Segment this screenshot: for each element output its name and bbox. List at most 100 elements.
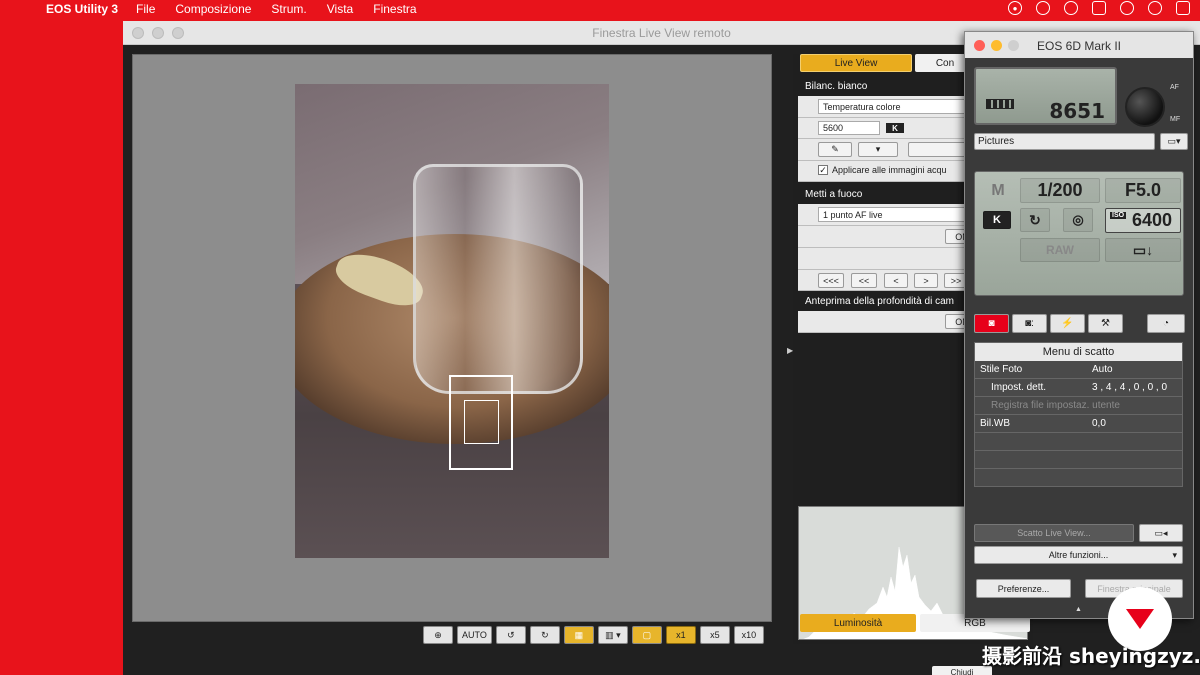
zoom-x10-button[interactable]: x10	[733, 626, 764, 644]
wb-dropdown[interactable]: ▾	[858, 142, 898, 157]
folder-icon[interactable]: ▭▾	[1160, 133, 1188, 150]
crystal-glass	[413, 164, 583, 394]
kelvin-input[interactable]: 5600	[818, 121, 880, 135]
watermark-text: 摄影前沿 sheyingzyz.com	[982, 644, 1200, 668]
wifi-icon[interactable]	[1120, 1, 1134, 15]
menu-strum[interactable]: Strum.	[271, 2, 306, 16]
crosshair-icon[interactable]: ⊕	[423, 626, 453, 644]
dof-heading: Anteprima della profondità di cam	[805, 296, 954, 307]
camera-settings-display: M 1/200 F5.0 K ↻ ◎ ISO 6400 RAW ▭↓	[974, 171, 1184, 296]
app-menu[interactable]: EOS Utility 3	[46, 2, 118, 16]
live-view-shoot-button[interactable]: Scatto Live View...	[974, 524, 1134, 542]
live-view-image[interactable]	[295, 84, 609, 558]
menu-finestra[interactable]: Finestra	[373, 2, 416, 16]
iso-label: ISO	[1110, 212, 1127, 219]
preferences-button[interactable]: Preferenze...	[976, 579, 1071, 598]
top-lcd: 8651	[974, 67, 1117, 125]
expand-icon[interactable]: ▲	[1075, 606, 1082, 613]
image-quality[interactable]: RAW	[1020, 238, 1100, 262]
tab-tools-icon[interactable]: ⚒	[1088, 314, 1123, 333]
tab-shooting-icon[interactable]: ◙	[974, 314, 1009, 333]
wb-kelvin-badge[interactable]: K	[983, 211, 1011, 229]
view-toolbar: ⊕ AUTO ↺ ↻ ▦ ▥ ▾ ▢ x1 x5 x10	[423, 626, 764, 646]
minimize-window-button[interactable]	[991, 40, 1002, 51]
menu-row-empty	[975, 433, 1182, 451]
eyedropper-icon[interactable]: ✎	[818, 142, 852, 157]
picture-style-label: Stile Foto	[980, 364, 1023, 375]
picture-style-value: Auto	[1092, 364, 1113, 375]
wb-mode-select[interactable]: Temperatura colore	[818, 99, 978, 114]
focus-far-1-button[interactable]: <	[884, 273, 908, 288]
focus-near-1-button[interactable]: >	[914, 273, 938, 288]
more-functions-dropdown[interactable]: Altre funzioni... ▾	[974, 546, 1183, 564]
menu-row-picture-style[interactable]: Stile Foto Auto	[975, 361, 1182, 379]
focus-far-3-button[interactable]: <<<	[818, 273, 844, 288]
kelvin-badge: K	[886, 123, 904, 133]
cloud-icon[interactable]	[1064, 1, 1078, 15]
flag-icon[interactable]	[1092, 1, 1106, 15]
detail-settings-label: Impost. dett.	[991, 382, 1047, 393]
menu-vista[interactable]: Vista	[327, 2, 353, 16]
zoom-x5-button[interactable]: x5	[699, 626, 730, 644]
destination-folder-field[interactable]: Pictures	[974, 133, 1155, 150]
af-frame-inner	[464, 400, 499, 444]
shots-remaining: 8651	[1049, 99, 1105, 123]
drive-mode-icon[interactable]: ↻	[1020, 208, 1050, 232]
logo-chevron-icon	[1126, 609, 1154, 629]
timer-icon[interactable]: ◔	[1147, 314, 1185, 333]
white-balance-heading: Bilanc. bianco	[805, 81, 868, 92]
zoom-x1-button[interactable]: x1	[665, 626, 696, 644]
auto-rotate-button[interactable]: AUTO	[457, 626, 492, 644]
iso-value: 6400	[1131, 210, 1173, 230]
rotate-left-icon[interactable]: ↺	[495, 626, 526, 644]
record-status-icon[interactable]: ●	[1008, 1, 1022, 15]
aspect-ratio-dropdown[interactable]: ▥ ▾	[597, 626, 628, 644]
shooting-mode: M	[991, 182, 1005, 199]
aperture-value[interactable]: F5.0	[1105, 178, 1181, 203]
grid-icon[interactable]: ▦	[563, 626, 594, 644]
zoom-window-button[interactable]	[1008, 40, 1019, 51]
more-functions-label: Altre funzioni...	[1048, 550, 1109, 560]
menu-bar: EOS Utility 3 File Composizione Strum. V…	[0, 0, 1200, 18]
menu-header: Menu di scatto	[975, 343, 1182, 361]
af-mf-switch[interactable]: AF MF	[1170, 72, 1180, 136]
af-mode-select[interactable]: 1 punto AF live	[818, 207, 978, 222]
menu-composizione[interactable]: Composizione	[175, 2, 251, 16]
menu-row-wb-shift[interactable]: Bil.WB 0,0	[975, 415, 1182, 433]
dropdown-arrow-icon: ▾	[1172, 549, 1177, 560]
close-window-button[interactable]	[974, 40, 985, 51]
battery-icon	[986, 99, 1014, 109]
search-icon[interactable]	[1148, 1, 1162, 15]
focus-far-2-button[interactable]: <<	[851, 273, 877, 288]
menu-file[interactable]: File	[136, 2, 155, 16]
af-label: AF	[1170, 84, 1179, 91]
live-view-display[interactable]	[132, 54, 772, 622]
metering-icon[interactable]: ◎	[1063, 208, 1093, 232]
control-center-icon[interactable]	[1176, 1, 1190, 15]
tab-camera-settings-icon[interactable]: ◙:	[1012, 314, 1047, 333]
camera-model-title: EOS 6D Mark II	[1037, 39, 1122, 53]
menu-row-empty	[975, 451, 1182, 469]
camera-title-bar: EOS 6D Mark II	[965, 32, 1193, 58]
shutter-speed[interactable]: 1/200	[1020, 178, 1100, 203]
movie-icon[interactable]: ▭◂	[1139, 524, 1183, 542]
frame-icon[interactable]: ▢	[631, 626, 662, 644]
wb-shift-value: 0,0	[1092, 418, 1106, 429]
shutter-release-button[interactable]	[1125, 87, 1165, 127]
mf-label: MF	[1170, 116, 1181, 123]
tab-live-view[interactable]: Live View	[800, 54, 912, 72]
wb-shift-label: Bil.WB	[980, 418, 1010, 429]
apply-label: Applicare alle immagini acqu	[832, 165, 947, 175]
rotate-right-icon[interactable]: ↻	[529, 626, 560, 644]
tab-luminosity[interactable]: Luminosità	[800, 614, 916, 632]
camera-control-window: EOS 6D Mark II 8651 AF MF Pictures ▭▾ M …	[964, 31, 1194, 619]
iso-setting[interactable]: ISO 6400	[1105, 208, 1181, 233]
menu-row-register-user-settings[interactable]: Registra file impostaz. utente	[975, 397, 1182, 415]
save-to-computer-icon[interactable]: ▭↓	[1105, 238, 1181, 262]
tab-flash-icon[interactable]: ⚡	[1050, 314, 1085, 333]
menu-row-detail-settings[interactable]: Impost. dett. 3 , 4 , 4 , 0 , 0 , 0	[975, 379, 1182, 397]
app-status-icon[interactable]	[1036, 1, 1050, 15]
settings-tabs: ◙ ◙: ⚡ ⚒	[974, 314, 1123, 334]
apply-checkbox[interactable]: ✓	[818, 165, 828, 175]
detail-settings-value: 3 , 4 , 4 , 0 , 0 , 0	[1092, 382, 1168, 393]
